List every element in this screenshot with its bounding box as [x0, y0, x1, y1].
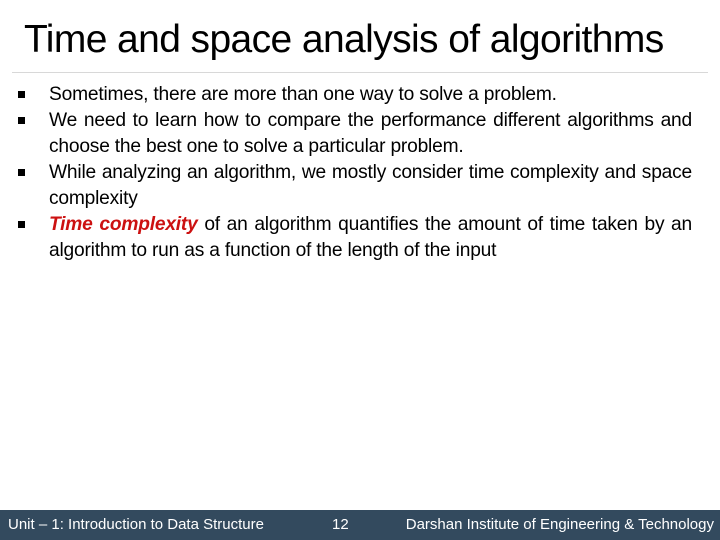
title-divider [12, 72, 708, 73]
bullet-item: While analyzing an algorithm, we mostly … [16, 160, 692, 212]
page-number: 12 [332, 516, 349, 533]
bullet-item: Sometimes, there are more than one way t… [16, 82, 692, 108]
bullet-text: Sometimes, there are more than one way t… [49, 84, 557, 105]
bullet-text: We need to learn how to compare the perf… [49, 110, 692, 157]
square-bullet-icon [18, 221, 25, 228]
square-bullet-icon [18, 169, 25, 176]
footer-unit-label: Unit – 1: Introduction to Data Structure [8, 516, 264, 533]
slide-footer: Unit – 1: Introduction to Data Structure… [0, 510, 720, 540]
bullet-item: We need to learn how to compare the perf… [16, 108, 692, 160]
emphasized-term: Time complexity [49, 214, 198, 235]
slide-content: Sometimes, there are more than one way t… [16, 82, 692, 264]
bullet-text: While analyzing an algorithm, we mostly … [49, 162, 692, 209]
slide-title: Time and space analysis of algorithms [24, 18, 664, 61]
square-bullet-icon [18, 91, 25, 98]
bullet-item: Time complexity of an algorithm quantifi… [16, 212, 692, 264]
footer-institute-label: Darshan Institute of Engineering & Techn… [405, 516, 714, 533]
square-bullet-icon [18, 117, 25, 124]
